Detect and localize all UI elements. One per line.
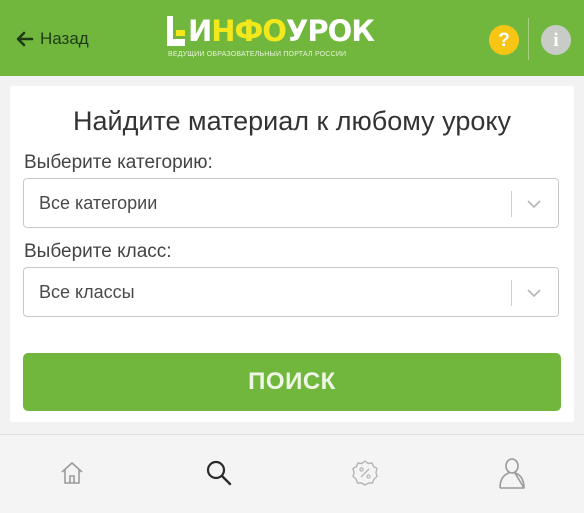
infourok-logo[interactable]: ИНФОУРОК ВЕДУЩИЙ ОБРАЗОВАТЕЛЬНЫЙ ПОРТАЛ … xyxy=(166,14,380,62)
app-header: Назад ИНФОУРОК ВЕДУЩИЙ ОБРАЗОВАТЕЛЬНЫЙ П… xyxy=(0,0,584,76)
chevron-down-icon xyxy=(527,200,541,209)
back-label: Назад xyxy=(40,29,89,48)
back-button[interactable]: Назад xyxy=(16,27,89,51)
nav-profile[interactable] xyxy=(492,453,532,493)
info-button[interactable]: i xyxy=(541,25,571,55)
bottom-navigation xyxy=(0,434,584,513)
category-select[interactable]: Все категории xyxy=(23,178,559,228)
question-icon: ? xyxy=(498,29,510,51)
nav-home[interactable] xyxy=(52,453,92,493)
category-label: Выберите категорию: xyxy=(24,152,213,173)
arrow-left-icon xyxy=(16,31,34,47)
select-divider xyxy=(511,191,512,217)
search-button[interactable]: ПОИСК xyxy=(23,353,561,411)
class-label: Выберите класс: xyxy=(24,241,172,262)
page-title: Найдите материал к любому уроку xyxy=(73,106,511,136)
class-select-value: Все классы xyxy=(39,282,135,302)
search-icon xyxy=(206,460,232,486)
search-button-label: ПОИСК xyxy=(248,368,336,395)
logo-wordmark: ИНФОУРОК xyxy=(188,14,375,48)
chevron-down-icon xyxy=(527,289,541,298)
class-select[interactable]: Все классы xyxy=(23,267,559,317)
help-button[interactable]: ? xyxy=(489,25,519,55)
logo-tagline: ВЕДУЩИЙ ОБРАЗОВАТЕЛЬНЫЙ ПОРТАЛ РОССИИ xyxy=(168,51,347,58)
category-select-value: Все категории xyxy=(39,193,158,213)
select-divider xyxy=(511,280,512,306)
nav-discounts[interactable] xyxy=(345,453,385,493)
discount-icon xyxy=(352,460,378,486)
home-icon xyxy=(61,462,83,484)
logo-mark-icon xyxy=(167,16,185,46)
header-divider xyxy=(528,18,529,60)
profile-icon xyxy=(499,458,525,489)
search-card: Найдите материал к любому уроку Выберите… xyxy=(10,86,574,422)
nav-search[interactable] xyxy=(199,453,239,493)
info-icon: i xyxy=(553,29,559,51)
